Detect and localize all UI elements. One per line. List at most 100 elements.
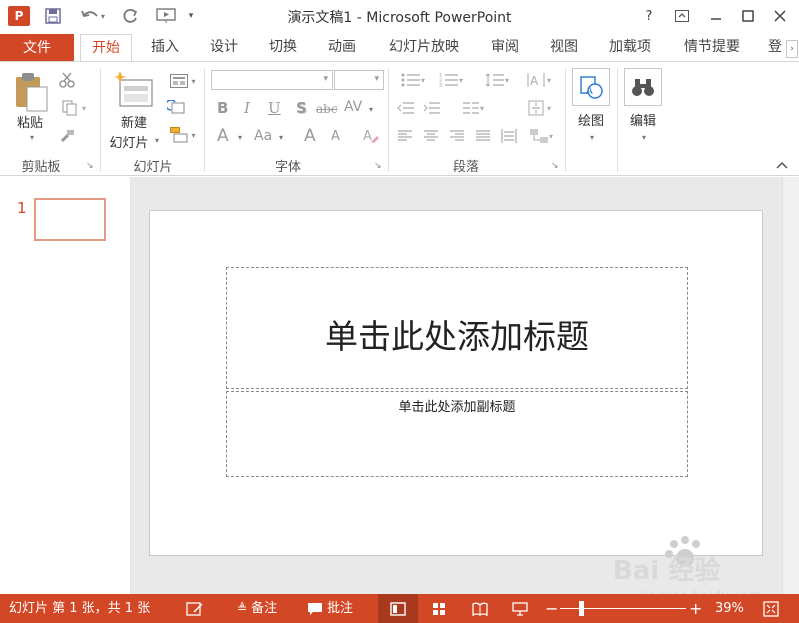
slide-thumbnail[interactable] (34, 198, 106, 241)
editing-dropdown-icon[interactable]: ▾ (639, 132, 649, 142)
tab-transitions[interactable]: 切换 (258, 34, 308, 62)
align-left-icon[interactable] (396, 128, 414, 144)
shadow-button[interactable]: S (296, 99, 307, 117)
clipboard-dialog-launcher-icon[interactable]: ↘ (86, 161, 94, 171)
comments-label: 批注 (327, 601, 354, 616)
redo-icon[interactable] (120, 6, 142, 26)
zoom-in-icon[interactable]: + (689, 594, 702, 623)
normal-view-icon[interactable] (378, 594, 418, 623)
undo-icon[interactable]: ▾ (76, 6, 110, 26)
new-slide-label-1[interactable]: 新建 (107, 112, 161, 131)
align-center-icon[interactable] (422, 128, 440, 144)
align-right-icon[interactable] (448, 128, 466, 144)
bullets-icon[interactable]: ▾ (396, 72, 430, 88)
tab-storyboarding[interactable]: 情节提要 (672, 34, 752, 62)
new-slide-label-2[interactable]: 幻灯片 (104, 132, 154, 151)
tab-insert[interactable]: 插入 (140, 34, 190, 62)
slides-group-label: 幻灯片 (133, 160, 173, 175)
find-icon[interactable] (624, 68, 662, 106)
drawing-dropdown-icon[interactable]: ▾ (587, 132, 597, 142)
spell-check-icon[interactable] (186, 594, 204, 623)
increase-indent-icon[interactable] (422, 100, 442, 116)
slide-sorter-view-icon[interactable] (419, 594, 459, 623)
status-bar: 幻灯片 第 1 张，共 1 张 ≜ 备注 批注 − + 39% (0, 594, 799, 623)
save-icon[interactable] (42, 6, 64, 26)
font-color-dropdown-icon[interactable]: ▾ (235, 132, 245, 142)
editing-label[interactable]: 编辑 (622, 110, 664, 129)
decrease-indent-icon[interactable] (396, 100, 416, 116)
font-size-dropdown[interactable]: ▾ (334, 70, 384, 90)
zoom-slider-thumb[interactable] (579, 601, 584, 616)
strikethrough-button[interactable]: abc (316, 102, 338, 116)
shapes-icon[interactable]: A (572, 68, 610, 106)
paragraph-dialog-launcher-icon[interactable]: ↘ (551, 161, 559, 171)
new-slide-dropdown-icon[interactable]: ▾ (152, 135, 162, 145)
zoom-out-icon[interactable]: − (545, 594, 558, 623)
svg-text:A: A (363, 129, 372, 144)
underline-button[interactable]: U (268, 99, 281, 117)
customize-qat-icon[interactable]: ▾ (184, 6, 198, 26)
italic-button[interactable]: I (244, 99, 250, 117)
tab-file[interactable]: 文件 (0, 34, 74, 62)
comments-button[interactable]: 批注 (307, 594, 353, 623)
smartart-icon[interactable]: ▾ (522, 126, 560, 146)
minimize-icon[interactable] (703, 4, 729, 28)
tab-scroll-right-icon[interactable]: › (786, 40, 798, 58)
tab-design[interactable]: 设计 (199, 34, 249, 62)
paste-label[interactable]: 粘贴 (8, 112, 52, 131)
cut-icon[interactable] (57, 70, 77, 90)
clear-formatting-icon[interactable]: A (360, 126, 382, 146)
layout-icon[interactable]: ▾ (166, 72, 200, 90)
slide-count-status[interactable]: 幻灯片 第 1 张，共 1 张 (9, 594, 150, 623)
copy-icon[interactable]: ▾ (57, 98, 91, 118)
zoom-level[interactable]: 39% (715, 594, 744, 623)
font-dialog-launcher-icon[interactable]: ↘ (374, 161, 382, 171)
slide-canvas[interactable]: 单击此处添加标题 单击此处添加副标题 (149, 210, 763, 556)
bold-button[interactable]: B (217, 99, 228, 117)
numbering-icon[interactable]: 1 2 3 ▾ (434, 72, 468, 88)
tab-review[interactable]: 审阅 (480, 34, 530, 62)
change-case-dropdown-icon[interactable]: ▾ (276, 132, 286, 142)
tab-signin[interactable]: 登 (764, 34, 786, 62)
section-icon[interactable]: ▾ (166, 126, 200, 144)
columns-icon[interactable]: ▾ (456, 100, 490, 116)
fit-slide-to-window-icon[interactable] (763, 594, 779, 623)
maximize-icon[interactable] (735, 4, 761, 28)
format-painter-icon[interactable] (57, 126, 77, 146)
character-spacing-button[interactable]: AV (344, 99, 362, 115)
notes-button[interactable]: ≜ 备注 (237, 594, 277, 623)
paste-dropdown-icon[interactable]: ▾ (26, 132, 38, 142)
ribbon-display-options-icon[interactable] (669, 4, 695, 28)
align-text-icon[interactable]: ▾ (522, 98, 556, 118)
shrink-font-button[interactable]: A (331, 129, 340, 144)
title-placeholder[interactable]: 单击此处添加标题 (226, 267, 688, 389)
help-button[interactable]: ? (636, 4, 662, 28)
tab-home[interactable]: 开始 (80, 34, 132, 63)
spacing-dropdown-icon[interactable]: ▾ (366, 104, 376, 114)
drawing-label[interactable]: 绘图 (570, 110, 612, 129)
line-spacing-icon[interactable]: ▾ (480, 72, 514, 88)
font-name-dropdown[interactable]: ▾ (211, 70, 333, 90)
subtitle-placeholder[interactable]: 单击此处添加副标题 (226, 391, 688, 477)
font-color-button[interactable]: A (217, 126, 229, 146)
new-slide-icon[interactable] (112, 68, 156, 112)
change-case-button[interactable]: Aa (254, 128, 272, 144)
tab-addins[interactable]: 加载项 (598, 34, 662, 62)
tab-slideshow[interactable]: 幻灯片放映 (378, 34, 470, 62)
close-icon[interactable] (767, 4, 793, 28)
tab-view[interactable]: 视图 (539, 34, 589, 62)
reading-view-icon[interactable] (460, 594, 500, 623)
collapse-ribbon-icon[interactable] (774, 158, 790, 172)
grow-font-button[interactable]: A (304, 126, 316, 146)
justify-icon[interactable] (474, 128, 492, 144)
title-bar: P ▾ ▾ 演示文稿1 - Microsoft PowerPoint ? (0, 0, 799, 32)
tab-animations[interactable]: 动画 (317, 34, 367, 62)
distributed-icon[interactable] (500, 126, 518, 146)
slideshow-view-icon[interactable] (500, 594, 540, 623)
vertical-scrollbar[interactable] (782, 177, 799, 594)
start-slideshow-icon[interactable] (154, 6, 178, 26)
text-direction-icon[interactable]: A ▾ (522, 70, 556, 90)
paste-icon[interactable] (12, 70, 50, 114)
reset-slide-icon[interactable] (166, 99, 186, 117)
clipboard-group-label: 剪贴板 (21, 160, 61, 175)
